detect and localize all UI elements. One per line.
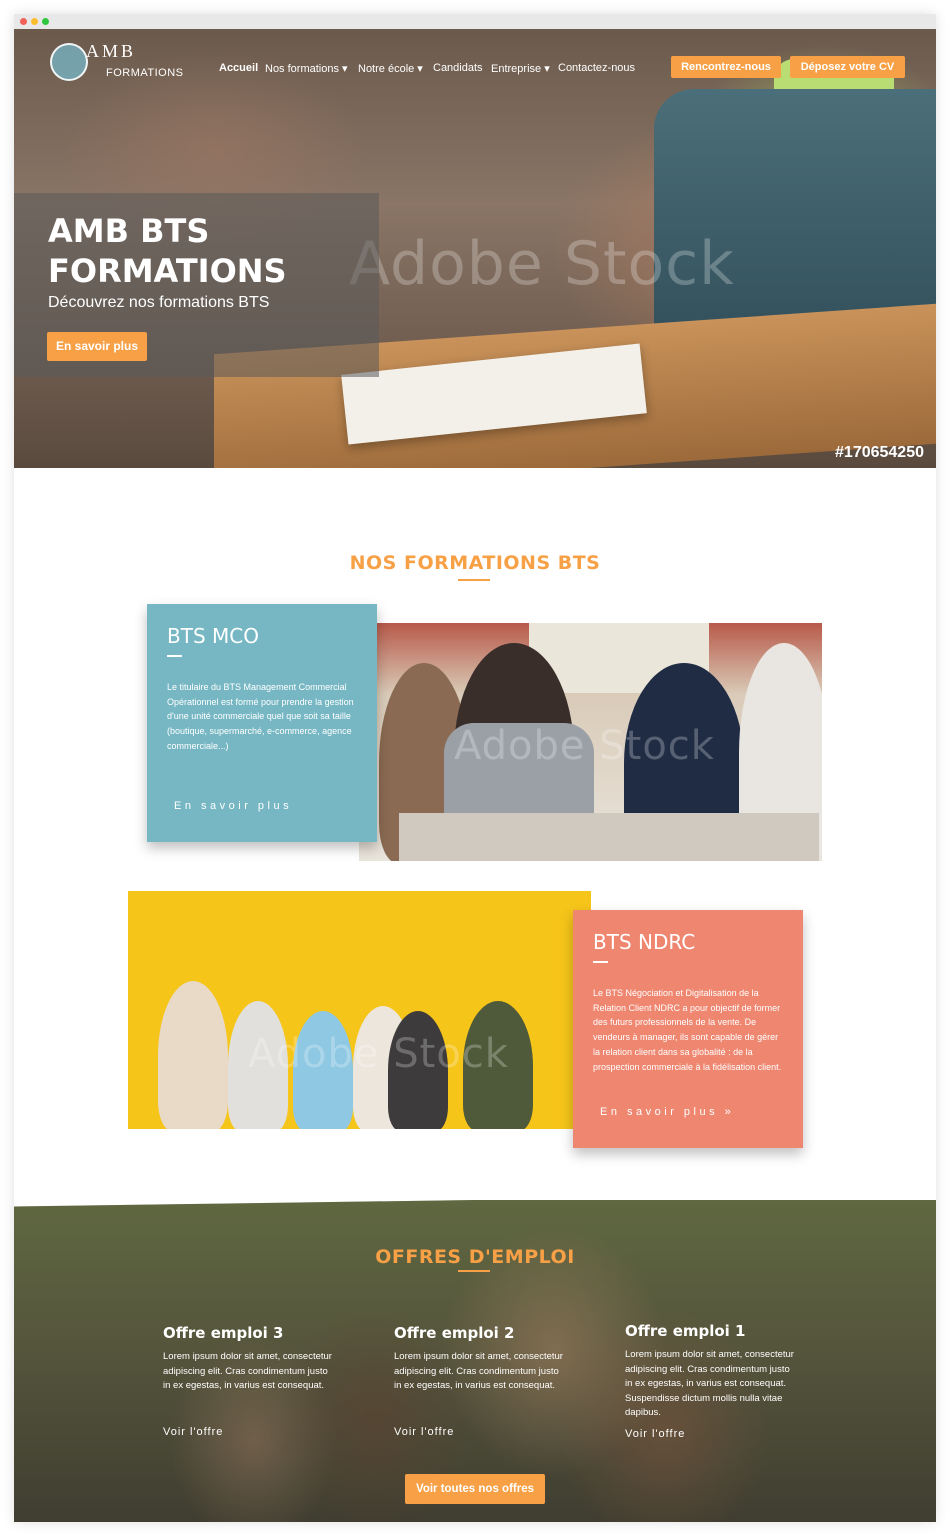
hero-title: AMB BTS FORMATIONS — [48, 212, 287, 290]
bts-ndrc-text: Le BTS Négociation et Digitalisation de … — [593, 988, 782, 1072]
bts-mco-card: BTS MCO Le titulaire du BTS Management C… — [147, 604, 377, 842]
nav-item-contact[interactable]: Contactez-nous — [558, 62, 635, 74]
job-offer-link[interactable]: Voir l'offre — [163, 1426, 223, 1438]
hero-text-box: AMB BTS FORMATIONS Découvrez nos formati… — [14, 193, 379, 377]
hero-watermark: Adobe Stock — [349, 229, 735, 299]
job-offer-text: Lorem ipsum dolor sit amet, consectetur … — [625, 1349, 794, 1418]
minimize-window-icon[interactable] — [31, 18, 38, 25]
bts-ndrc-link[interactable]: En savoir plus » — [600, 1106, 734, 1118]
bts-mco-text: Le titulaire du BTS Management Commercia… — [167, 682, 354, 751]
job-offer-link[interactable]: Voir l'offre — [394, 1426, 454, 1438]
mco-watermark: Adobe Stock — [454, 723, 715, 769]
bts-ndrc-title: BTS NDRC — [593, 930, 696, 954]
nav-item-formations[interactable]: Nos formations ▾ — [265, 62, 348, 75]
all-offers-button[interactable]: Voir toutes nos offres — [405, 1474, 545, 1504]
nav-item-ecole[interactable]: Notre école ▾ — [358, 62, 423, 75]
logo-text: AMB — [86, 41, 137, 61]
ndrc-watermark: Adobe Stock — [248, 1031, 509, 1077]
hero-banner: Adobe Stock AMB FORMATIONS Accueil Nos f… — [14, 29, 936, 468]
bts-mco-link[interactable]: En savoir plus — [174, 800, 292, 812]
submit-cv-button[interactable]: Déposez votre CV — [790, 56, 905, 78]
browser-frame: Adobe Stock AMB FORMATIONS Accueil Nos f… — [14, 14, 936, 1522]
job-offer-title: Offre emploi 1 — [625, 1322, 746, 1340]
nav-item-entreprise[interactable]: Entreprise ▾ — [491, 62, 550, 75]
job-offer-1: Offre emploi 1 Lorem ipsum dolor sit ame… — [625, 1322, 795, 1462]
logo-icon — [50, 43, 88, 81]
table-shape — [399, 813, 819, 861]
bts-ndrc-card: BTS NDRC Le BTS Négociation et Digitalis… — [573, 910, 803, 1148]
job-offer-text: Lorem ipsum dolor sit amet, consectetur … — [163, 1351, 332, 1391]
job-offer-link[interactable]: Voir l'offre — [625, 1428, 685, 1440]
nav-item-candidats[interactable]: Candidats — [433, 62, 483, 74]
bts-mco-title: BTS MCO — [167, 624, 259, 648]
job-offer-text: Lorem ipsum dolor sit amet, consectetur … — [394, 1351, 563, 1391]
hero-subtitle: Découvrez nos formations BTS — [48, 294, 270, 311]
logo-subtext: FORMATIONS — [106, 67, 184, 79]
student-shape — [158, 981, 228, 1129]
maximize-window-icon[interactable] — [42, 18, 49, 25]
mco-photo: Adobe Stock — [359, 623, 822, 861]
bts-mco-title-bar — [167, 655, 182, 657]
bts-ndrc-title-bar — [593, 961, 608, 963]
stock-id: #170654250 — [835, 444, 924, 461]
meet-us-button[interactable]: Rencontrez-nous — [671, 56, 781, 78]
job-offers-section: OFFRES D'EMPLOI Offre emploi 3 Lorem ips… — [14, 1200, 936, 1522]
job-offer-title: Offre emploi 2 — [394, 1324, 515, 1342]
offers-title-underline — [458, 1270, 490, 1272]
close-window-icon[interactable] — [20, 18, 27, 25]
job-offer-title: Offre emploi 3 — [163, 1324, 284, 1342]
job-offer-3: Offre emploi 3 Lorem ipsum dolor sit ame… — [163, 1324, 333, 1464]
window-titlebar — [14, 14, 936, 29]
offers-title: OFFRES D'EMPLOI — [375, 1246, 575, 1268]
site-logo[interactable]: AMB FORMATIONS — [50, 39, 183, 83]
formations-title-underline — [458, 579, 490, 581]
ndrc-photo: Adobe Stock — [128, 891, 591, 1129]
formations-title: NOS FORMATIONS BTS — [349, 552, 601, 574]
job-offer-2: Offre emploi 2 Lorem ipsum dolor sit ame… — [394, 1324, 564, 1464]
nav-item-accueil[interactable]: Accueil — [219, 62, 258, 74]
hero-learn-more-button[interactable]: En savoir plus — [47, 332, 147, 361]
